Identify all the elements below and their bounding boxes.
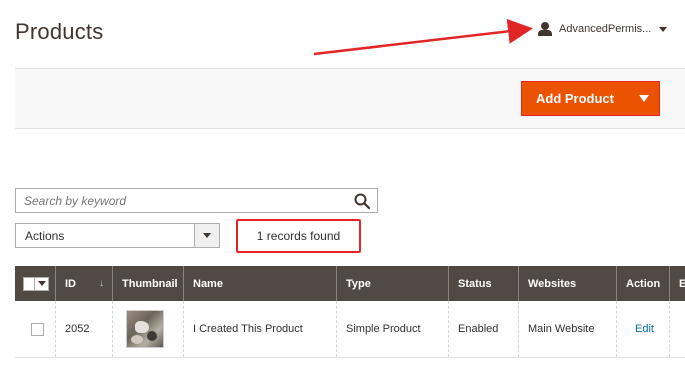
- add-product-label[interactable]: Add Product: [522, 91, 629, 106]
- column-header-type[interactable]: Type: [337, 266, 449, 301]
- column-header-action: Action: [617, 266, 670, 301]
- column-header-websites-label: Websites: [528, 277, 577, 290]
- page-title: Products: [15, 19, 104, 44]
- chevron-down-icon: [203, 233, 211, 238]
- cell-action: Edit: [617, 301, 670, 357]
- mass-select-checkbox[interactable]: [23, 276, 49, 291]
- search-icon: [354, 193, 370, 209]
- chevron-down-icon: [639, 95, 649, 102]
- chevron-down-icon: [38, 281, 46, 286]
- table-row[interactable]: 2052 I Created This Product Simple Produ…: [15, 301, 685, 358]
- column-header-id[interactable]: ID ↓: [56, 266, 113, 301]
- product-thumbnail-image[interactable]: [126, 310, 164, 348]
- cell-thumbnail: [113, 301, 184, 357]
- cell-websites: Main Website: [519, 301, 617, 357]
- column-header-websites[interactable]: Websites: [519, 266, 617, 301]
- column-header-type-label: Type: [346, 277, 371, 290]
- cell-type: Simple Product: [337, 301, 449, 357]
- mass-actions-value: Actions: [25, 228, 65, 243]
- column-header-id-label: ID: [65, 277, 76, 290]
- column-header-action-label: Action: [626, 277, 661, 290]
- add-product-dropdown-toggle[interactable]: [629, 82, 659, 115]
- chevron-down-icon[interactable]: [659, 26, 668, 32]
- mass-actions-toggle[interactable]: [194, 224, 219, 247]
- column-header-status-label: Status: [458, 277, 492, 290]
- column-header-edit[interactable]: Ed: [670, 266, 685, 301]
- column-header-thumbnail-label: Thumbnail: [122, 277, 178, 290]
- column-header-name[interactable]: Name: [184, 266, 337, 301]
- records-found: 1 records found: [236, 219, 361, 253]
- cell-name: I Created This Product: [184, 301, 337, 357]
- column-header-thumbnail[interactable]: Thumbnail: [113, 266, 184, 301]
- user-menu[interactable]: AdvancedPermis...: [538, 20, 668, 38]
- sort-arrow-icon: ↓: [99, 278, 104, 289]
- cell-edit: [670, 301, 685, 357]
- user-name[interactable]: AdvancedPermis...: [559, 23, 651, 35]
- grid-header: ID ↓ Thumbnail Name Type Status Websites…: [15, 266, 685, 301]
- cell-id: 2052: [56, 301, 113, 357]
- search-input[interactable]: [16, 189, 347, 212]
- edit-link[interactable]: Edit: [635, 323, 654, 335]
- mass-select-column[interactable]: [15, 266, 56, 301]
- add-product-button[interactable]: Add Product: [521, 81, 660, 116]
- search-button[interactable]: [347, 189, 377, 212]
- search-box: [15, 188, 378, 213]
- mass-actions-select[interactable]: Actions: [15, 223, 220, 248]
- user-icon: [538, 22, 552, 36]
- products-grid: ID ↓ Thumbnail Name Type Status Websites…: [15, 266, 685, 358]
- column-header-name-label: Name: [193, 277, 223, 290]
- cell-status: Enabled: [449, 301, 519, 357]
- row-select-cell: [15, 301, 56, 357]
- column-header-edit-label: Ed: [679, 277, 685, 290]
- column-header-status[interactable]: Status: [449, 266, 519, 301]
- row-checkbox[interactable]: [31, 322, 44, 336]
